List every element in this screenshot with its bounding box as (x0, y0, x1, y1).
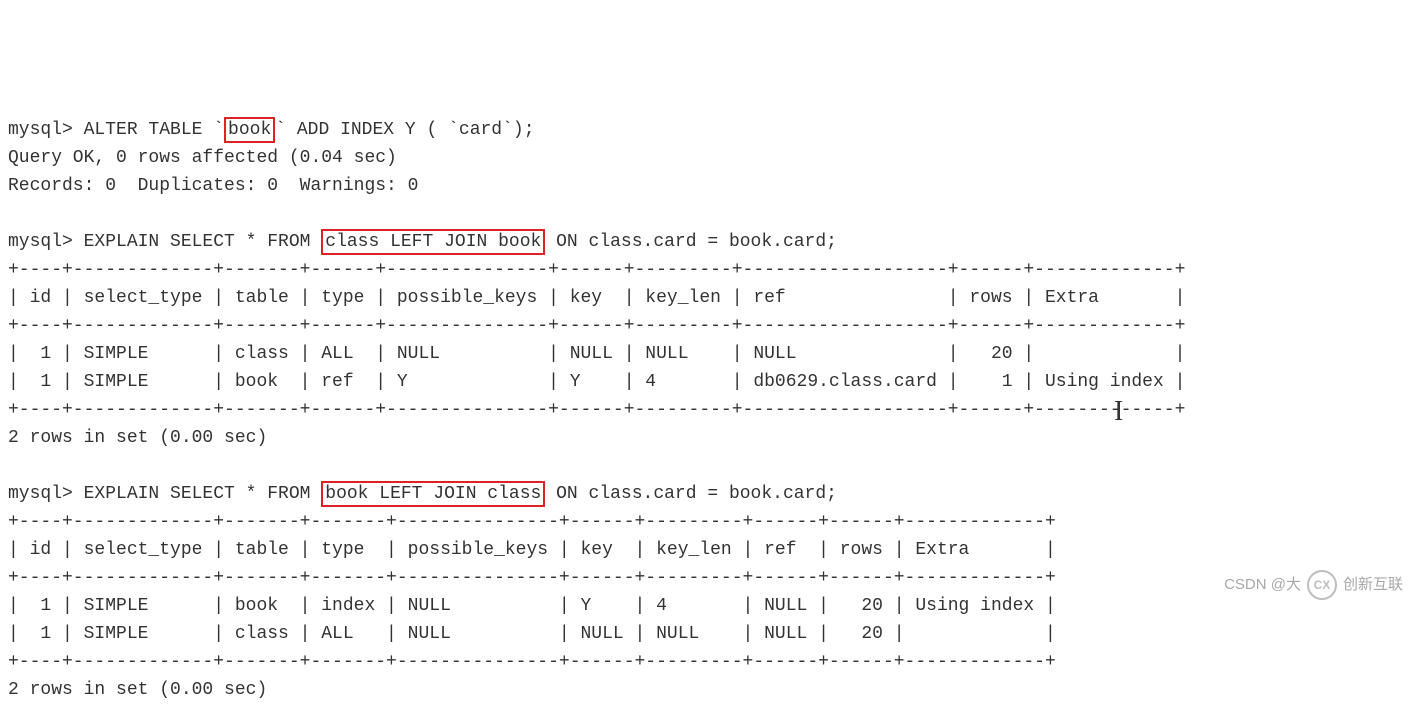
watermark-csdn: CSDN @大 (1224, 571, 1301, 599)
tbl2-border-bot: +----+-------------+-------+-------+----… (8, 652, 1056, 672)
tbl2-row1: | 1 | SIMPLE | book | index | NULL | Y |… (8, 596, 1056, 616)
alter-post: ` ADD INDEX Y ( `card`); (275, 120, 534, 140)
explain1-footer: 2 rows in set (0.00 sec) (8, 428, 267, 448)
prompt: mysql> (8, 484, 73, 504)
watermark-logo-icon: CX (1307, 570, 1337, 600)
explain1-pre: EXPLAIN SELECT * FROM (73, 232, 321, 252)
prompt: mysql> (8, 120, 73, 140)
highlight-book-join-class: book LEFT JOIN class (321, 481, 545, 507)
highlight-class-join-book: class LEFT JOIN book (321, 229, 545, 255)
watermark-brand: 创新互联 (1343, 571, 1403, 599)
prompt: mysql> (8, 232, 73, 252)
watermark: CSDN @大 CX 创新互联 (1224, 570, 1403, 600)
tbl1-border-mid: +----+-------------+-------+------+-----… (8, 316, 1185, 336)
explain2-pre: EXPLAIN SELECT * FROM (73, 484, 321, 504)
tbl2-row2: | 1 | SIMPLE | class | ALL | NULL | NULL… (8, 624, 1056, 644)
tbl2-header: | id | select_type | table | type | poss… (8, 540, 1056, 560)
terminal-output: mysql> ALTER TABLE `book` ADD INDEX Y ( … (8, 120, 1185, 700)
explain2-post: ON class.card = book.card; (545, 484, 837, 504)
tbl1-row2: | 1 | SIMPLE | book | ref | Y | Y | 4 | … (8, 372, 1185, 392)
tbl1-header: | id | select_type | table | type | poss… (8, 288, 1185, 308)
highlight-book: book (224, 117, 275, 143)
tbl2-border-mid: +----+-------------+-------+-------+----… (8, 568, 1056, 588)
explain1-post: ON class.card = book.card; (545, 232, 837, 252)
tbl1-border-bot: +----+-------------+-------+------+-----… (8, 400, 1185, 420)
alter-pre: ALTER TABLE ` (73, 120, 224, 140)
tbl1-border-top: +----+-------------+-------+------+-----… (8, 260, 1185, 280)
tbl1-row1: | 1 | SIMPLE | class | ALL | NULL | NULL… (8, 344, 1185, 364)
explain2-footer: 2 rows in set (0.00 sec) (8, 680, 267, 700)
alter-result-1: Query OK, 0 rows affected (0.04 sec) (8, 148, 397, 168)
alter-result-2: Records: 0 Duplicates: 0 Warnings: 0 (8, 176, 418, 196)
tbl2-border-top: +----+-------------+-------+-------+----… (8, 512, 1056, 532)
